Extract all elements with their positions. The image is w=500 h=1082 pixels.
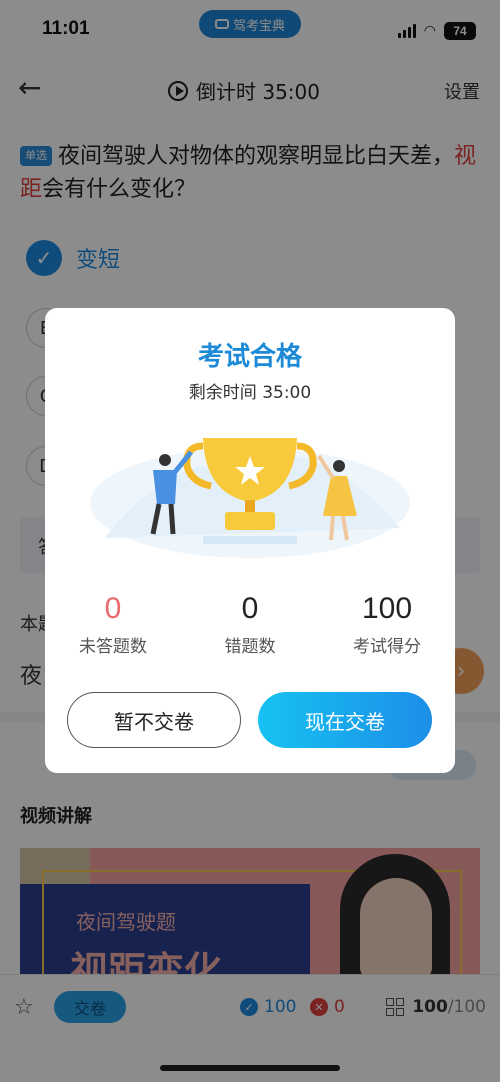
stat-unanswered-value: 0 bbox=[104, 592, 122, 625]
stat-wrong-value: 0 bbox=[241, 592, 259, 625]
trophy-illustration bbox=[90, 438, 410, 558]
stat-score-value: 100 bbox=[361, 592, 413, 625]
stat-wrong: 0 错题数 bbox=[190, 592, 310, 657]
stat-score: 100 考试得分 bbox=[327, 592, 447, 657]
stat-unanswered: 0 未答题数 bbox=[53, 592, 173, 657]
remaining-time: 剩余时间 35:00 bbox=[188, 383, 312, 403]
not-submit-button[interactable]: 暂不交卷 bbox=[67, 692, 241, 748]
result-modal: 考试合格 剩余时间 35:00 0 未答题数 0 错题数 100 考试得分 暂不… bbox=[45, 308, 455, 773]
submit-now-button[interactable]: 现在交卷 bbox=[258, 692, 432, 748]
stat-unanswered-label: 未答题数 bbox=[79, 637, 147, 657]
modal-title: 考试合格 bbox=[197, 342, 302, 372]
stat-score-label: 考试得分 bbox=[353, 637, 421, 657]
stat-wrong-label: 错题数 bbox=[224, 637, 276, 657]
